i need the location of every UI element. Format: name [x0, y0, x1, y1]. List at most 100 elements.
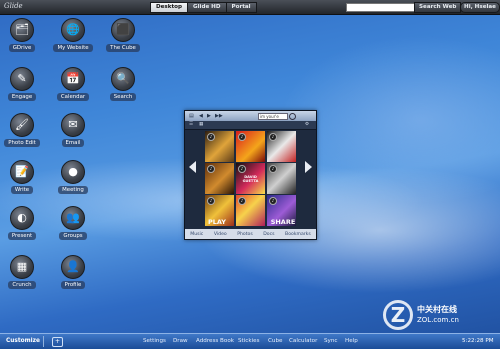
desktop-icon-email[interactable]: ✉ Email: [53, 113, 93, 147]
next-arrow-icon[interactable]: [305, 161, 312, 173]
taskbar-link-stickies[interactable]: Stickies: [238, 338, 260, 344]
widget-list-icon[interactable]: ☰: [189, 122, 193, 127]
meeting-icon: ●: [61, 160, 85, 184]
taskbar-link-help[interactable]: Help: [345, 338, 358, 344]
desktop-icon-my-website[interactable]: 🌐 My Website: [53, 18, 93, 52]
widget-tab-photos[interactable]: Photos: [237, 232, 253, 237]
photo-edit-icon: 🖌: [10, 113, 34, 137]
desktop-icon-meeting[interactable]: ● Meeting: [53, 160, 93, 194]
calendar-icon: 📅: [61, 67, 85, 91]
widget-tab-music[interactable]: Music: [190, 232, 203, 237]
play-badge-icon: ♪: [269, 133, 277, 141]
widget-play-icon[interactable]: ▶: [207, 113, 211, 119]
widget-settings-icon[interactable]: ⚙: [305, 122, 309, 127]
groups-icon: 👥: [61, 206, 85, 230]
desktop-icon-label: My Website: [53, 44, 93, 52]
profile-icon: 👤: [61, 255, 85, 279]
top-bar: Glide Desktop Glide HD Portal Search Web…: [0, 0, 500, 15]
desktop-icon-label: Crunch: [8, 281, 36, 289]
engage-icon: ✎: [10, 67, 34, 91]
play-badge-icon: ♪: [207, 197, 215, 205]
desktop-icon-crunch[interactable]: ▦ Crunch: [2, 255, 42, 289]
desktop-icon-the-cube[interactable]: ⬛ The Cube: [103, 18, 143, 52]
album-cover[interactable]: ♪ DAVID GUETTA: [236, 163, 265, 194]
tab-glide-hd[interactable]: Glide HD: [187, 2, 227, 13]
album-cover[interactable]: ♪: [205, 131, 234, 162]
desktop-icon-label: Profile: [60, 281, 86, 289]
desktop-icon-photo-edit[interactable]: 🖌 Photo Edit: [2, 113, 42, 147]
desktop-icon-label: Engage: [7, 93, 37, 101]
desktop-icon-label: Groups: [59, 232, 87, 240]
album-cover[interactable]: ♪: [267, 131, 296, 162]
widget-menu-icon[interactable]: ▤: [189, 113, 194, 119]
taskbar-link-calculator[interactable]: Calculator: [289, 338, 317, 344]
taskbar-link-sync[interactable]: Sync: [324, 338, 337, 344]
desktop-icon-label: Email: [61, 139, 85, 147]
drive-icon: 🗂: [10, 18, 34, 42]
taskbar-link-draw[interactable]: Draw: [173, 338, 188, 344]
widget-tab-bookmarks[interactable]: Bookmarks: [285, 232, 311, 237]
taskbar-link-address-book[interactable]: Address Book: [196, 338, 234, 344]
play-badge-icon: ♪: [207, 165, 215, 173]
taskbar-link-cube[interactable]: Cube: [268, 338, 282, 344]
zol-watermark: Z 中关村在线 ZOL.com.cn: [383, 300, 495, 330]
widget-grid-icon[interactable]: ▦: [199, 122, 203, 127]
search-web-button[interactable]: Search Web: [414, 2, 462, 13]
desktop-icon-label: Write: [10, 186, 34, 194]
present-icon: ◐: [10, 206, 34, 230]
desktop-icon-search[interactable]: 🔍 Search: [103, 67, 143, 101]
desktop-icon-gdrive[interactable]: 🗂 GDrive: [2, 18, 42, 52]
search-icon: 🔍: [111, 67, 135, 91]
widget-search-input[interactable]: im your'e: [258, 113, 288, 120]
play-badge-icon: ♪: [207, 133, 215, 141]
watermark-line1: 中关村在线: [417, 305, 457, 314]
taskbar-clock: 5:22:28 PM: [462, 338, 494, 344]
play-badge-icon: ♪: [269, 197, 277, 205]
album-grid: ♪ ♪ ♪ ♪ ♪ DAVID GUETTA ♪ ♪ ♪ ♪: [205, 131, 296, 227]
cube-icon: ⬛: [111, 18, 135, 42]
play-badge-icon: ♪: [238, 197, 246, 205]
website-icon: 🌐: [61, 18, 85, 42]
album-cover[interactable]: ♪: [267, 163, 296, 194]
desktop-icon-label: Photo Edit: [4, 139, 40, 147]
widget-header: ▤ ◀ ▶ ▶▶ im your'e: [185, 111, 316, 121]
tab-desktop[interactable]: Desktop: [150, 2, 189, 13]
widget-tab-video[interactable]: Video: [214, 232, 227, 237]
desktop-icon-write[interactable]: 📝 Write: [2, 160, 42, 194]
album-cover[interactable]: ♪: [236, 131, 265, 162]
top-tabs: Desktop Glide HD Portal: [150, 2, 257, 13]
media-widget: ▤ ◀ ▶ ▶▶ im your'e ☰ ▦ ⚙ ♪ ♪ ♪ ♪ ♪ DAVID…: [184, 110, 317, 240]
desktop-icon-label: Search: [109, 93, 137, 101]
taskbar-link-settings[interactable]: Settings: [143, 338, 166, 344]
desktop-icon-label: The Cube: [106, 44, 140, 52]
desktop-icon-engage[interactable]: ✎ Engage: [2, 67, 42, 101]
taskbar-divider: [43, 336, 44, 347]
widget-tab-docs[interactable]: Docs: [263, 232, 274, 237]
album-cover[interactable]: ♪: [205, 163, 234, 194]
widget-search-icon[interactable]: [289, 113, 296, 120]
search-input[interactable]: [346, 3, 416, 12]
tab-portal[interactable]: Portal: [225, 2, 257, 13]
album-cover-title: DAVID GUETTA: [242, 175, 259, 183]
share-button[interactable]: SHARE: [253, 217, 313, 227]
add-icon[interactable]: +: [52, 337, 63, 347]
user-menu-button[interactable]: Hi, Hselae: [460, 2, 500, 13]
desktop-icon-label: Meeting: [58, 186, 88, 194]
desktop-icon-label: GDrive: [8, 44, 36, 52]
customize-button[interactable]: Customize: [6, 338, 40, 344]
desktop-icon-label: Present: [7, 232, 37, 240]
desktop-icon-calendar[interactable]: 📅 Calendar: [53, 67, 93, 101]
watermark-line2: ZOL.com.cn: [417, 316, 459, 324]
widget-back-icon[interactable]: ◀: [199, 113, 203, 119]
desktop-icon-groups[interactable]: 👥 Groups: [53, 206, 93, 240]
widget-toolbar: ☰ ▦ ⚙: [185, 121, 316, 130]
desktop-icon-present[interactable]: ◐ Present: [2, 206, 42, 240]
email-icon: ✉: [61, 113, 85, 137]
play-badge-icon: ♪: [269, 165, 277, 173]
play-badge-icon: ♪: [238, 133, 246, 141]
prev-arrow-icon[interactable]: [189, 161, 196, 173]
play-button[interactable]: PLAY: [187, 217, 247, 227]
taskbar: Customize + Settings Draw Address Book S…: [0, 333, 500, 349]
desktop-icon-profile[interactable]: 👤 Profile: [53, 255, 93, 289]
widget-next-icon[interactable]: ▶▶: [215, 113, 223, 119]
